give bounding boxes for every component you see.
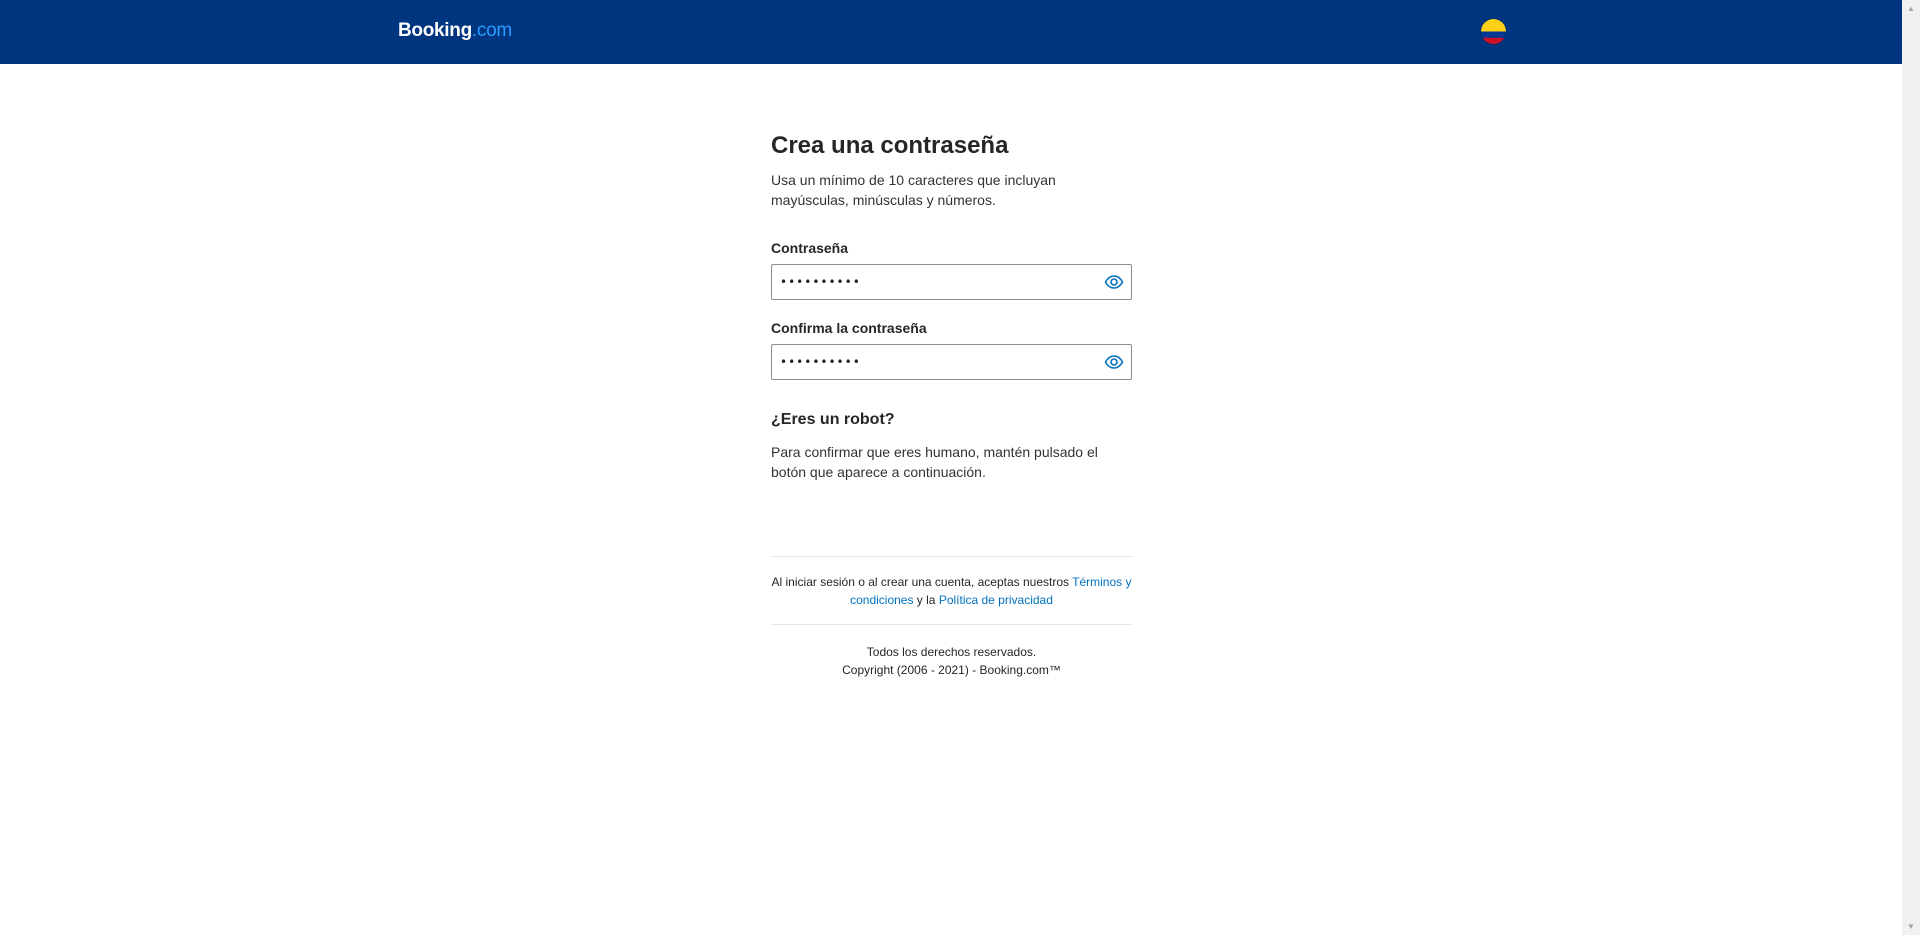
password-input[interactable] — [772, 265, 1080, 299]
flag-graphic — [1481, 19, 1506, 44]
page-title: Crea una contraseña — [771, 132, 1009, 159]
show-password-eye-icon — [1104, 275, 1124, 289]
eye-icon[interactable] — [1104, 273, 1124, 291]
scroll-up-arrow-icon[interactable]: ▲ — [1902, 0, 1920, 17]
terms-middle-text: y la — [913, 593, 939, 607]
robot-check-heading: ¿Eres un robot? — [771, 411, 895, 428]
create-password-form: Crea una contraseña Usa un mínimo de 10 … — [771, 124, 1132, 679]
password-requirements-text: Usa un mínimo de 10 caracteres que inclu… — [771, 172, 1056, 208]
confirm-password-label: Confirma la contraseña — [771, 320, 927, 336]
show-confirm-password-eye-icon — [1104, 355, 1124, 369]
copyright-text: Copyright (2006 - 2021) - Booking.com™ — [842, 663, 1061, 677]
terms-notice: Al iniciar sesión o al crear una cuenta,… — [771, 557, 1132, 624]
flag-yellow-stripe — [1481, 19, 1506, 32]
logo-brand-text: Booking — [398, 20, 472, 41]
logo-tld-text: .com — [471, 20, 512, 41]
colombia-flag-icon[interactable] — [1481, 19, 1506, 44]
privacy-link[interactable]: Política de privacidad — [939, 593, 1053, 607]
rights-reserved-text: Todos los derechos reservados. — [866, 645, 1037, 659]
terms-prefix-text: Al iniciar sesión o al crear una cuenta,… — [771, 575, 1073, 589]
flag-red-stripe — [1481, 37, 1506, 44]
copyright-footer: Todos los derechos reservados. Copyright… — [771, 643, 1132, 679]
password-label: Contraseña — [771, 240, 849, 256]
confirm-password-input[interactable] — [772, 345, 1080, 379]
divider — [771, 624, 1132, 625]
scroll-down-arrow-icon[interactable]: ▼ — [1902, 918, 1920, 935]
robot-check-text: Para confirmar que eres humano, mantén p… — [771, 444, 1098, 480]
top-header: Booking.com — [0, 0, 1902, 64]
booking-logo[interactable]: Booking.com — [398, 17, 512, 45]
vertical-scrollbar[interactable]: ▲ ▼ — [1902, 0, 1920, 935]
flag-blue-stripe — [1481, 31, 1506, 38]
password-field — [771, 264, 1132, 300]
eye-icon[interactable] — [1104, 353, 1124, 371]
confirm-password-field — [771, 344, 1132, 380]
